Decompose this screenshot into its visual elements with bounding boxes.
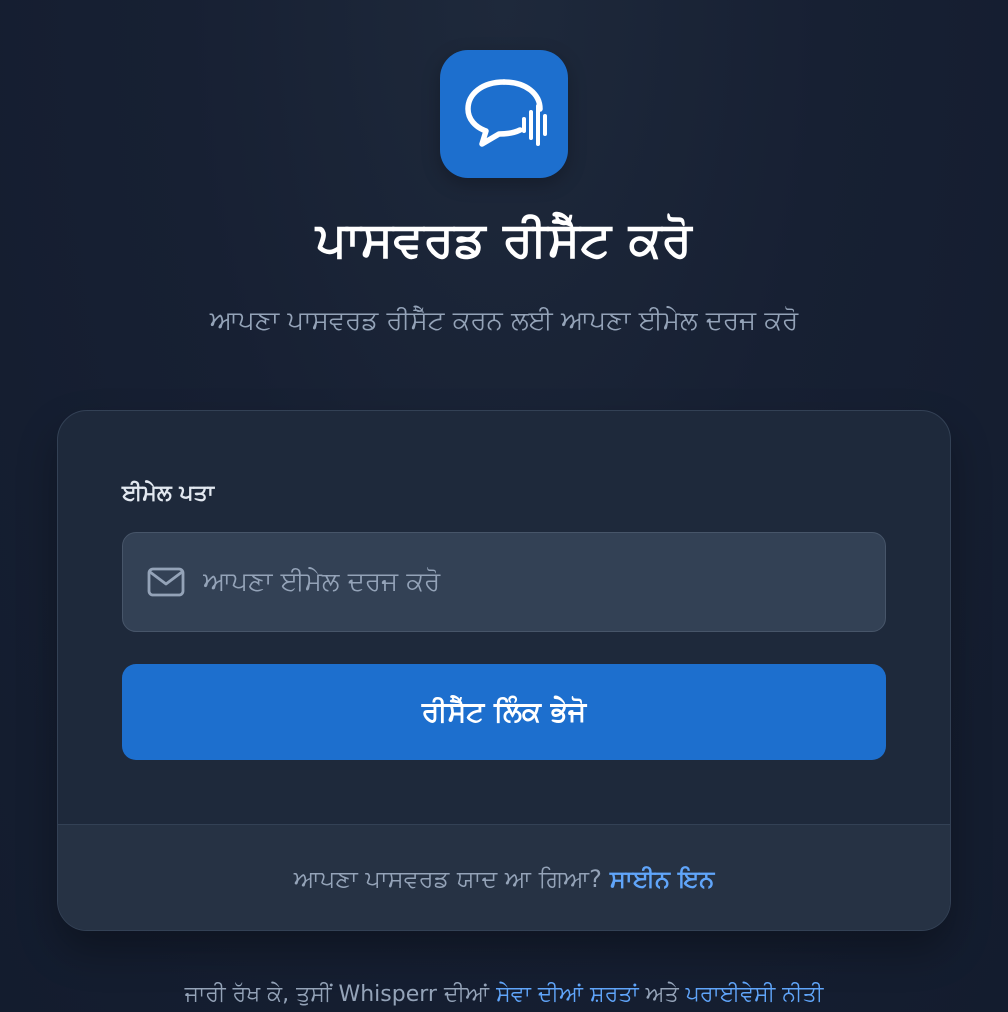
card-footer: ਆਪਣਾ ਪਾਸਵਰਡ ਯਾਦ ਆ ਗਿਆ? ਸਾਈਨ ਇਨ — [58, 824, 950, 930]
mail-icon — [147, 567, 185, 597]
email-field[interactable] — [122, 532, 886, 632]
page-subtitle: ਆਪਣਾ ਪਾਸਵਰਡ ਰੀਸੈੱਟ ਕਰਨ ਲਈ ਆਪਣਾ ਈਮੇਲ ਦਰਜ … — [209, 306, 799, 336]
signin-link[interactable]: ਸਾਈਨ ਇਨ — [610, 865, 714, 893]
terms-and: ਅਤੇ — [645, 982, 679, 1007]
chat-bubble-soundwave-icon — [465, 79, 547, 147]
email-input[interactable] — [203, 533, 885, 631]
page-title: ਪਾਸਵਰਡ ਰੀਸੈੱਟ ਕਰੋ — [315, 212, 693, 268]
terms-of-service-link[interactable]: ਸੇਵਾ ਦੀਆਂ ਸ਼ਰਤਾਂ — [496, 982, 639, 1007]
remember-password-text: ਆਪਣਾ ਪਾਸਵਰਡ ਯਾਦ ਆ ਗਿਆ? — [293, 864, 602, 893]
send-reset-link-button[interactable]: ਰੀਸੈੱਟ ਲਿੰਕ ਭੇਜੋ — [122, 664, 886, 760]
app-logo — [440, 50, 568, 178]
privacy-policy-link[interactable]: ਪਰਾਈਵੇਸੀ ਨੀਤੀ — [686, 982, 824, 1007]
email-label: ਈਮੇਲ ਪਤਾ — [122, 481, 214, 506]
terms-prefix: ਜਾਰੀ ਰੱਖ ਕੇ, ਤੁਸੀਂ Whisperr ਦੀਆਂ — [184, 982, 490, 1007]
terms-notice: ਜਾਰੀ ਰੱਖ ਕੇ, ਤੁਸੀਂ Whisperr ਦੀਆਂ ਸੇਵਾ ਦੀ… — [0, 982, 1008, 1007]
reset-card: ਈਮੇਲ ਪਤਾ ਰੀਸੈੱਟ ਲਿੰਕ ਭੇਜੋ ਆਪਣਾ ਪਾਸਵਰਡ ਯਾ… — [57, 410, 951, 931]
